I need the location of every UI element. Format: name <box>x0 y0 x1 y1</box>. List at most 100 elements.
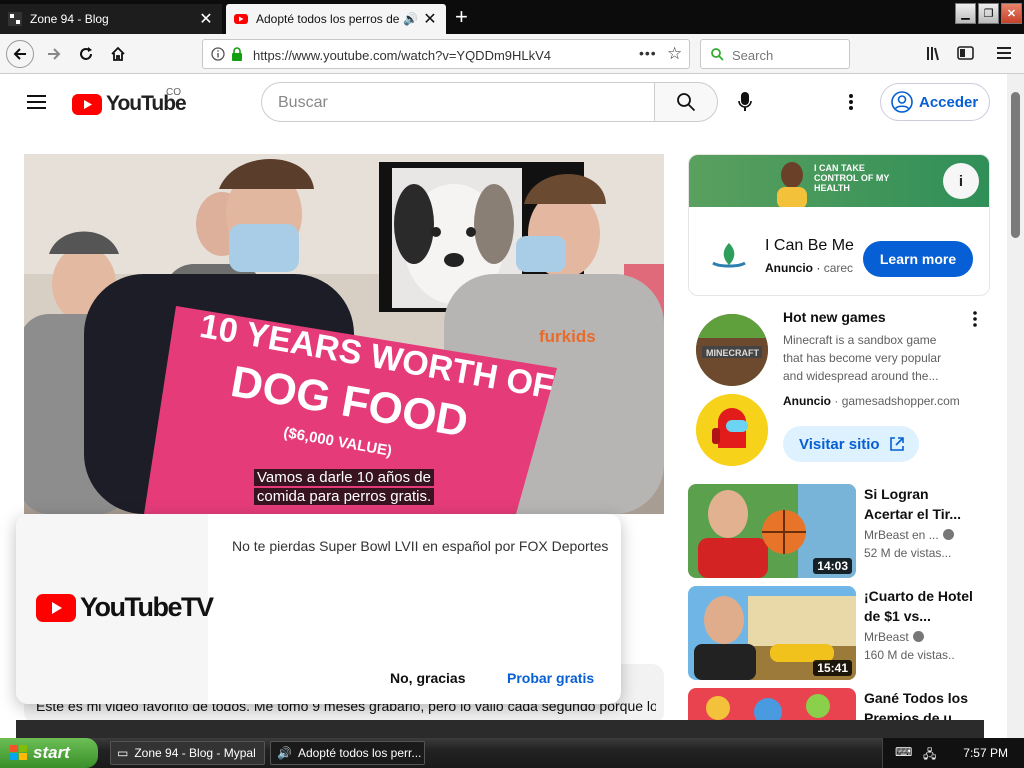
new-tab-button[interactable]: + <box>455 6 468 28</box>
minimize-button[interactable]: ▁ <box>955 3 976 24</box>
among-us-thumbnail[interactable] <box>696 394 768 466</box>
minecraft-logo-text: MINECRAFT <box>706 348 759 358</box>
info-icon: i <box>958 172 964 190</box>
minecraft-logo-image: MINECRAFT <box>696 314 768 386</box>
no-thanks-button[interactable]: No, gracias <box>390 670 465 686</box>
caption-line-2: comida para perros gratis. <box>253 488 435 505</box>
youtube-search-button[interactable] <box>654 82 718 122</box>
back-arrow-icon <box>13 48 26 60</box>
try-free-button[interactable]: Probar gratis <box>507 670 594 686</box>
browser-window-icon: 🔊 <box>277 746 292 760</box>
keyboard-icon[interactable]: ⌨ <box>895 745 912 759</box>
audio-playing-icon[interactable]: 🔊 <box>403 12 418 26</box>
channel-name-text: MrBeast en ... <box>864 528 939 542</box>
ad-label: Anuncio <box>783 394 831 408</box>
guide-menu-icon[interactable] <box>27 94 47 110</box>
tab-youtube-video[interactable]: Adopté todos los perros de un 🔊 ✕ <box>226 4 446 34</box>
windows-taskbar: start ▭ Zone 94 - Blog - Mypal 🔊 Adopté … <box>0 738 1024 768</box>
start-button[interactable]: start <box>0 738 98 768</box>
hamburger-menu-icon[interactable] <box>997 46 1011 60</box>
ad-sponsor-line: Anuncio · carec <box>765 261 854 275</box>
more-options-icon[interactable] <box>972 311 978 327</box>
tab-zone94-blog[interactable]: Zone 94 - Blog ✕ <box>0 4 222 34</box>
video-player[interactable]: furkids 10 YEARS WORTH OF DOG FOOD ($6,0… <box>24 154 664 514</box>
browser-search-box[interactable]: Search <box>700 39 850 69</box>
ad-banner-image[interactable]: I CAN TAKE CONTROL OF MY HEALTH i <box>689 155 989 207</box>
close-window-button[interactable]: ✕ <box>1001 3 1022 24</box>
video-duration: 15:41 <box>813 660 852 676</box>
home-button[interactable] <box>104 40 132 68</box>
restore-button[interactable]: ❐ <box>978 3 999 24</box>
network-icon[interactable]: 🖧 <box>923 745 936 766</box>
info-icon[interactable] <box>211 47 225 61</box>
ad-banner-text: I CAN TAKE CONTROL OF MY HEALTH <box>814 163 890 193</box>
vertical-scrollbar[interactable] <box>1007 74 1024 738</box>
country-code: CO <box>166 87 181 98</box>
url-text: https://www.youtube.com/watch?v=YQDDm9HL… <box>253 48 552 63</box>
channel-name[interactable]: MrBeast <box>864 630 924 644</box>
video-title[interactable]: ¡Cuarto de Hotel de $1 vs... <box>864 586 974 626</box>
video-thumbnail[interactable]: 15:41 <box>688 586 856 680</box>
ad-title[interactable]: I Can Be Me <box>765 237 855 255</box>
tab-close-icon[interactable]: ✕ <box>198 9 214 29</box>
search-icon <box>677 93 696 112</box>
channel-name[interactable]: MrBeast en ... <box>864 528 954 542</box>
taskbar-item-label: Adopté todos los perr... <box>297 746 422 760</box>
games-ad-description: Minecraft is a sandbox game that has bec… <box>783 333 942 383</box>
browser-tab-bar: Zone 94 - Blog ✕ Adopté todos los perros… <box>0 0 1024 34</box>
zone94-favicon-icon <box>8 12 22 26</box>
youtube-tv-promo-dialog: YouTubeTV No te pierdas Super Bowl LVII … <box>16 514 621 704</box>
more-options-icon[interactable] <box>848 93 854 111</box>
horizontal-scrollbar[interactable] <box>16 720 984 738</box>
sign-in-label: Acceder <box>919 93 979 111</box>
tab-title: Adopté todos los perros de un <box>256 12 404 26</box>
back-button[interactable] <box>6 40 34 68</box>
star-icon[interactable]: ☆ <box>667 44 682 64</box>
system-tray: ⌨ 🖧 7:57 PM <box>882 738 1024 768</box>
view-count: 52 M de vistas... <box>864 546 952 560</box>
browser-window-icon: ▭ <box>117 746 129 760</box>
visit-site-label: Visitar sitio <box>799 435 880 453</box>
ad-label: Anuncio <box>765 261 813 275</box>
promo-message: No te pierdas Super Bowl LVII en español… <box>232 538 609 554</box>
reload-button[interactable] <box>72 40 100 68</box>
microphone-icon[interactable] <box>738 92 752 112</box>
ad-info-button[interactable]: i <box>943 163 979 199</box>
sidebar-icon[interactable] <box>957 45 974 61</box>
video-thumbnail[interactable]: 14:03 <box>688 484 856 578</box>
url-bar[interactable]: https://www.youtube.com/watch?v=YQDDm9HL… <box>202 39 690 69</box>
ad-card[interactable]: I CAN TAKE CONTROL OF MY HEALTH i I Can … <box>688 154 990 296</box>
scrollbar-thumb[interactable] <box>1011 92 1020 238</box>
forward-arrow-icon <box>48 48 61 60</box>
games-ad-sponsor: gamesadshopper.com <box>841 394 960 408</box>
verified-icon <box>912 631 924 642</box>
taskbar-item-blog[interactable]: ▭ Zone 94 - Blog - Mypal <box>110 741 265 765</box>
video-frame: furkids 10 YEARS WORTH OF DOG FOOD ($6,0… <box>24 154 664 514</box>
shirt-logo-text: furkids <box>539 327 596 346</box>
forward-button[interactable] <box>40 40 68 68</box>
tab-title: Zone 94 - Blog <box>30 12 109 26</box>
learn-more-button[interactable]: Learn more <box>863 241 973 277</box>
youtube-favicon-icon <box>234 14 248 24</box>
sign-in-button[interactable]: Acceder <box>880 83 990 121</box>
youtube-page: YouTube CO Buscar Acceder furkids 10 YEA… <box>0 74 1024 738</box>
tab-close-icon[interactable]: ✕ <box>422 9 438 29</box>
recommended-video[interactable]: 14:03 Si Logran Acertar el Tir... MrBeas… <box>688 484 988 580</box>
start-label: start <box>33 743 70 762</box>
youtube-search-input[interactable]: Buscar <box>261 82 656 122</box>
recommended-video[interactable]: 15:41 ¡Cuarto de Hotel de $1 vs... MrBea… <box>688 586 988 682</box>
visit-site-button[interactable]: Visitar sitio <box>783 426 919 462</box>
minecraft-thumbnail[interactable]: MINECRAFT <box>696 314 768 386</box>
view-count: 160 M de vistas... <box>864 648 954 662</box>
youtube-tv-logo-panel: YouTubeTV <box>16 514 214 704</box>
page-actions-icon[interactable]: ••• <box>639 45 657 61</box>
games-ad-sponsor-line: Anuncio · gamesadshopper.com <box>783 394 960 408</box>
video-title[interactable]: Si Logran Acertar el Tir... <box>864 484 974 524</box>
clock[interactable]: 7:57 PM <box>963 746 1008 760</box>
taskbar-item-youtube[interactable]: 🔊 Adopté todos los perr... <box>270 741 425 765</box>
games-ad-title[interactable]: Hot new games <box>783 309 886 325</box>
search-placeholder: Search <box>732 48 774 63</box>
advertiser-logo-icon <box>712 243 746 268</box>
library-icon[interactable] <box>926 45 943 61</box>
youtube-tv-wordmark: YouTubeTV <box>80 592 214 622</box>
